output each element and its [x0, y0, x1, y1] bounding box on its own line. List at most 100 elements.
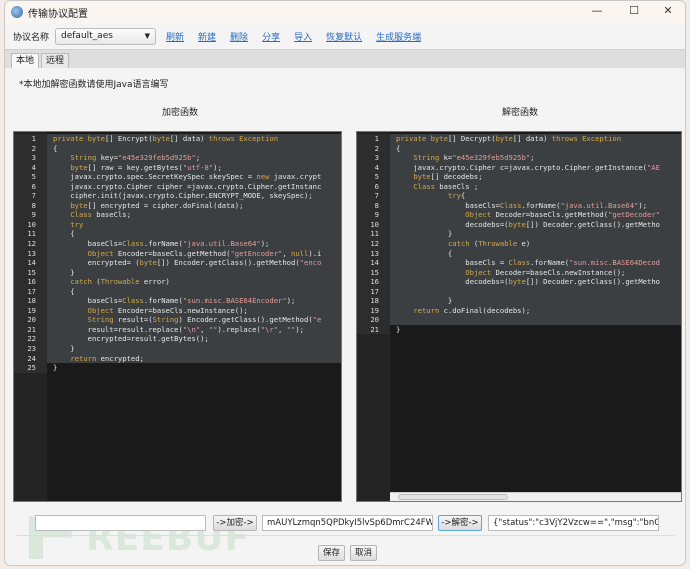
line-number: 11	[14, 229, 47, 240]
line-number: 17	[357, 286, 390, 297]
code-text: baseCls = Class.forName("sun.misc.BASE64…	[396, 258, 660, 268]
code-text: }	[396, 324, 401, 334]
code-text: {	[53, 229, 75, 239]
code-text: byte[] encrypted = cipher.doFinal(data);	[70, 200, 244, 210]
code-text: }	[53, 363, 58, 373]
scrollbar-thumb[interactable]	[398, 494, 508, 500]
code-line: 6 Class baseCls ;	[357, 181, 681, 192]
line-number: 2	[357, 143, 390, 154]
code-line: 18 }	[357, 296, 681, 306]
code-line: 15 Object Decoder=baseCls.newInstance();	[357, 267, 681, 278]
title-bar[interactable]: 传输协议配置 — ☐ ✕	[5, 1, 685, 23]
code-text: }	[53, 267, 75, 277]
new-link[interactable]: 新建	[198, 30, 216, 43]
refresh-link[interactable]: 刷新	[166, 30, 184, 43]
app-icon	[11, 6, 23, 18]
code-text: private byte[] Encrypt(byte[] data) thro…	[53, 134, 279, 143]
protocol-select[interactable]: default_aes ▼	[55, 27, 157, 45]
code-text: encrypted= (byte[]) Encoder.getClass().g…	[53, 258, 322, 268]
code-text: return c.doFinal(decodebs);	[413, 305, 531, 315]
tab-remote[interactable]: 远程	[41, 53, 70, 68]
code-line: 20 String result=(String) Encoder.getCla…	[14, 315, 341, 325]
line-number: 21	[357, 324, 390, 335]
code-line: 7 cipher.init(javax.crypto.Cipher.ENCRYP…	[14, 191, 341, 201]
encrypt-button[interactable]: ->加密->	[213, 515, 257, 531]
code-line: 14 baseCls = Class.forName("sun.misc.BAS…	[357, 258, 681, 268]
code-line: 4 byte[] raw = key.getBytes("utf-8");	[14, 162, 341, 173]
line-number: 4	[14, 162, 47, 173]
code-line: 13 {	[357, 248, 681, 259]
line-number: 8	[14, 200, 47, 211]
code-line: 19 Object Encoder=baseCls.newInstance();	[14, 305, 341, 316]
code-line: 18 baseCls=Class.forName("sun.misc.BASE6…	[14, 296, 341, 306]
delete-link[interactable]: 删除	[230, 30, 248, 43]
line-number: 2	[14, 143, 47, 154]
code-text: encrypted=result.getBytes();	[53, 334, 209, 344]
line-number: 9	[14, 210, 47, 220]
tab-local[interactable]: 本地	[11, 53, 40, 68]
close-button[interactable]: ✕	[653, 4, 683, 20]
code-text: String k="e45e329feb5d925b";	[413, 153, 535, 163]
line-number: 3	[357, 153, 390, 163]
line-number: 13	[14, 248, 47, 259]
line-number: 12	[357, 239, 390, 249]
line-number: 22	[14, 334, 47, 345]
decrypted-field[interactable]: {"status":"c3VjY2Vzcw==","msg":"bnQgYXVi	[488, 515, 659, 531]
code-line: 9 Class baseCls;	[14, 210, 341, 220]
code-text: javax.crypto.Cipher c=javax.crypto.Ciphe…	[396, 162, 660, 172]
line-number: 14	[14, 258, 47, 268]
chevron-down-icon: ▼	[144, 32, 151, 40]
code-line: 15 }	[14, 267, 341, 278]
code-text: baseCls=Class.forName("java.util.Base64"…	[396, 200, 647, 210]
line-number: 15	[14, 267, 47, 278]
code-line: 3 String key="e45e329feb5d925b";	[14, 153, 341, 163]
code-line: 11 }	[357, 229, 681, 240]
code-line: 1 private byte[] Decrypt(byte[] data) thr…	[357, 134, 681, 144]
line-number: 19	[357, 305, 390, 316]
line-number: 4	[357, 162, 390, 173]
encrypt-code-editor[interactable]: 1 private byte[] Encrypt(byte[] data) thr…	[13, 131, 342, 502]
code-text: try{	[447, 191, 466, 201]
restore-default-link[interactable]: 恢复默认	[326, 30, 362, 43]
maximize-button[interactable]: ☐	[619, 4, 649, 20]
code-text: baseCls=Class.forName("sun.misc.BASE64En…	[53, 296, 296, 306]
minimize-button[interactable]: —	[582, 4, 612, 20]
share-link[interactable]: 分享	[262, 30, 280, 43]
line-number: 25	[14, 363, 47, 373]
ciphertext-field[interactable]: mAUYLzmqn5QPDkyI5lvSp6DmrC24FW39'	[262, 515, 433, 531]
line-number: 17	[14, 286, 47, 297]
code-text: {	[396, 248, 453, 258]
line-number: 3	[14, 153, 47, 163]
line-number: 13	[357, 248, 390, 259]
code-line: 10 decodebs=(byte[]) Decoder.getClass().…	[357, 219, 681, 230]
generate-server-link[interactable]: 生成服务端	[376, 30, 421, 43]
code-text: javax.crypto.spec.SecretKeySpec skeySpec…	[53, 172, 322, 182]
code-line: 8 byte[] encrypted = cipher.doFinal(data…	[14, 200, 341, 211]
import-link[interactable]: 导入	[294, 30, 312, 43]
code-line: 7 try{	[357, 191, 681, 201]
decrypt-button[interactable]: ->解密->	[438, 515, 482, 531]
code-line: 25}	[14, 363, 341, 373]
code-line: 2{	[357, 143, 681, 154]
window-title: 传输协议配置	[28, 8, 88, 20]
code-text: Object Decoder=baseCls.getMethod("getDec…	[465, 210, 660, 220]
horizontal-scrollbar[interactable]	[390, 492, 681, 501]
code-text: decodebs=(byte[]) Decoder.getClass().get…	[396, 277, 660, 287]
code-text: Object Encoder=baseCls.getMethod("getEnc…	[87, 248, 322, 258]
dialog-window: 传输协议配置 — ☐ ✕ 协议名称 default_aes ▼ 刷新 新建 删除…	[4, 0, 686, 566]
code-text: String key="e45e329feb5d925b";	[70, 153, 201, 163]
save-button[interactable]: 保存	[318, 545, 345, 561]
line-number: 5	[357, 172, 390, 182]
line-number: 20	[14, 315, 47, 325]
language-note: *本地加解密函数请使用Java语言编写	[19, 80, 169, 90]
protocol-select-value: default_aes	[61, 31, 113, 41]
code-text: {	[396, 143, 401, 153]
cancel-button[interactable]: 取消	[350, 545, 377, 561]
line-number: 7	[14, 191, 47, 201]
plaintext-input[interactable]	[35, 515, 206, 531]
code-line: 14 encrypted= (byte[]) Encoder.getClass(…	[14, 258, 341, 268]
code-text: result=result.replace("\n", "").replace(…	[53, 324, 305, 334]
code-line: 20	[357, 315, 681, 325]
decrypt-code-editor[interactable]: 1 private byte[] Decrypt(byte[] data) thr…	[356, 131, 682, 502]
line-number: 10	[14, 219, 47, 230]
